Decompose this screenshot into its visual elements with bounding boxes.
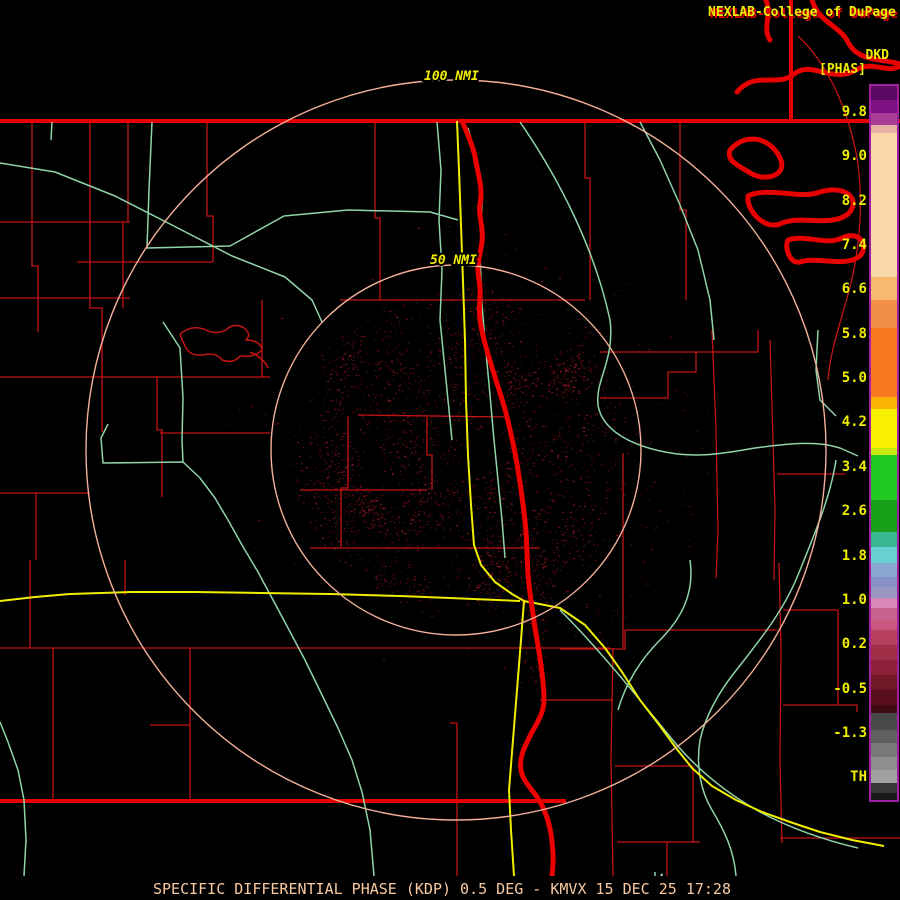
colorbar-segment: [871, 448, 897, 455]
colorbar-segment: [871, 793, 897, 800]
colorbar-segment: [871, 409, 897, 448]
inner-ring-label: 50 NMI: [430, 253, 477, 268]
colorbar-tick-label: 8.2: [841, 192, 867, 209]
colorbar-tick-label: -1.3: [833, 724, 867, 741]
colorbar-segment: [871, 675, 897, 690]
colorbar-segment: [871, 608, 897, 620]
colorbar-segment: [871, 113, 897, 125]
colorbar-segment: [871, 300, 897, 328]
colorbar-segment: [871, 757, 897, 770]
range-rings: 100 NMI 50 NMI: [85, 67, 827, 821]
colorbar-segment: [871, 620, 897, 630]
colorbar-segment: [871, 277, 897, 300]
colorbar-tick-label: 0.2: [841, 636, 867, 653]
colorbar-segment: [871, 743, 897, 757]
colorbar-segment: [871, 563, 897, 577]
colorbar-tick-label: -0.5: [833, 680, 867, 697]
colorbar-tick-label: 1.0: [841, 591, 867, 608]
colorbar-segment: [871, 705, 897, 713]
radar-display: 100 NMI 50 NMI NEXLAB-College of DuPage …: [0, 0, 900, 900]
colorbar-segment: [871, 455, 897, 500]
colorbar-tick-label: 5.8: [841, 325, 867, 342]
colorbar-tick-label: 7.4: [841, 237, 867, 254]
colorbar-tick-label: TH: [850, 769, 867, 786]
credit-label: NEXLAB-College of DuPage: [708, 5, 896, 20]
lake-shoreline-west: [179, 324, 269, 369]
colorbar-tick-label: 3.4: [841, 458, 867, 475]
colorbar-segment: [871, 598, 897, 608]
colorbar-segment: [871, 397, 897, 409]
colorbar-segment: [871, 577, 897, 587]
border-lines: [0, 0, 900, 803]
product-code-label: DKD: [865, 48, 889, 63]
colorbar-segment: [871, 783, 897, 793]
colorbar-tick-label: 1.8: [841, 547, 867, 564]
colorbar-segment: [871, 713, 897, 730]
colorbar-segment: [871, 500, 897, 532]
base-map: 100 NMI 50 NMI: [0, 0, 900, 888]
units-label: [PHAS]: [819, 62, 866, 77]
colorbar-segment: [871, 125, 897, 133]
colorbar-tick-label: 6.6: [841, 281, 867, 298]
colorbar-segment: [871, 133, 897, 277]
colorbar-segment: [871, 547, 897, 563]
colorbar-segment: [871, 660, 897, 675]
colorbar-tick-label: 2.6: [841, 503, 867, 520]
colorbar-segment: [871, 690, 897, 705]
colorbar-segment: [871, 645, 897, 660]
colorbar-segment: [871, 100, 897, 113]
colorbar-segment: [871, 770, 897, 783]
colorbar-tick-label: 5.0: [841, 370, 867, 387]
status-bar: SPECIFIC DIFFERENTIAL PHASE (KDP) 0.5 DE…: [0, 876, 900, 900]
credit-text: NEXLAB-College of DuPage ↖: [708, 5, 900, 20]
colorbar-segment: [871, 532, 897, 547]
colorbar-tick-label: 4.2: [841, 414, 867, 431]
colorbar-segment: [871, 587, 897, 598]
colorbar-tick-label: 9.0: [841, 148, 867, 165]
rivers: [0, 121, 859, 888]
colorbar-segment: [871, 328, 897, 397]
colorbar-segment: [871, 86, 897, 100]
color-scale: [869, 84, 899, 802]
colorbar-segment: [871, 630, 897, 645]
colorbar-segment: [871, 730, 897, 743]
product-caption: SPECIFIC DIFFERENTIAL PHASE (KDP) 0.5 DE…: [153, 880, 731, 898]
county-boundaries: [0, 122, 900, 877]
red-river: [459, 118, 556, 879]
colorbar-tick-label: 9.8: [841, 104, 867, 120]
highways: [0, 120, 885, 877]
outer-ring-label: 100 NMI: [424, 69, 479, 84]
